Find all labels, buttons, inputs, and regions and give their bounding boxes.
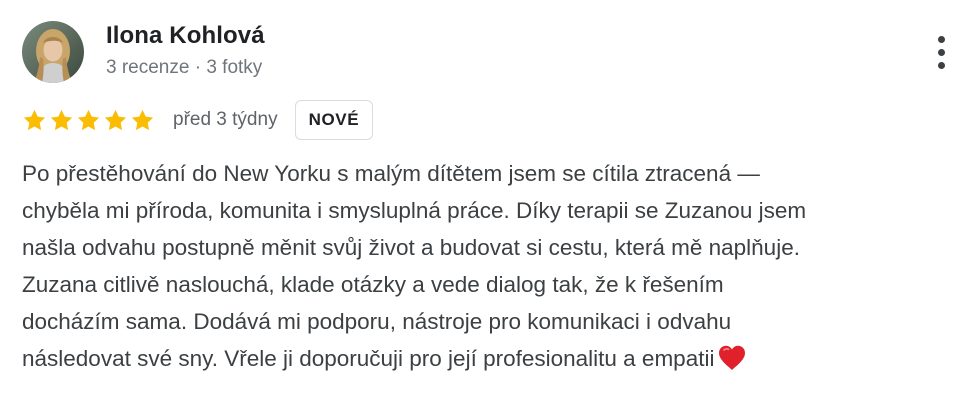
avatar-photo-icon	[22, 21, 84, 83]
star-icon	[104, 109, 127, 130]
star-icon	[50, 109, 73, 130]
vertical-dots-icon	[937, 48, 945, 56]
rating-row: před 3 týdny NOVÉ	[22, 99, 374, 141]
review-text-line: docházím sama. Dodává mi podporu, nástro…	[22, 309, 732, 334]
review-text-line-last: následovat své sny. Vřele ji doporučuji …	[22, 340, 967, 377]
review-text-line: našla odvahu postupně měnit svůj život a…	[22, 235, 800, 260]
author-meta[interactable]: 3 recenze · 3 fotky	[106, 57, 262, 79]
review-card: Ilona Kohlová 3 recenze · 3 fotky před 3…	[0, 0, 970, 413]
star-icon	[131, 109, 154, 130]
star-icon	[77, 109, 100, 130]
author-avatar[interactable]	[22, 21, 84, 83]
new-badge: NOVÉ	[294, 100, 374, 140]
heart-icon	[719, 345, 746, 370]
star-icon	[23, 109, 46, 130]
review-date: před 3 týdny	[173, 109, 278, 130]
star-rating	[22, 108, 155, 133]
vertical-dots-icon	[937, 35, 945, 43]
review-text-line: následovat své sny. Vřele ji doporučuji …	[22, 346, 715, 371]
review-text-line: chyběla mi příroda, komunita i smyslupln…	[22, 198, 807, 223]
review-text-line: Zuzana citlivě naslouchá, klade otázky a…	[22, 272, 724, 297]
review-text-line: Po přestěhování do New Yorku s malým dít…	[22, 161, 760, 186]
vertical-dots-icon	[937, 61, 945, 69]
more-options-button[interactable]	[921, 28, 961, 76]
author-name[interactable]: Ilona Kohlová	[106, 22, 265, 50]
review-text: Po přestěhování do New Yorku s malým dít…	[22, 155, 967, 377]
